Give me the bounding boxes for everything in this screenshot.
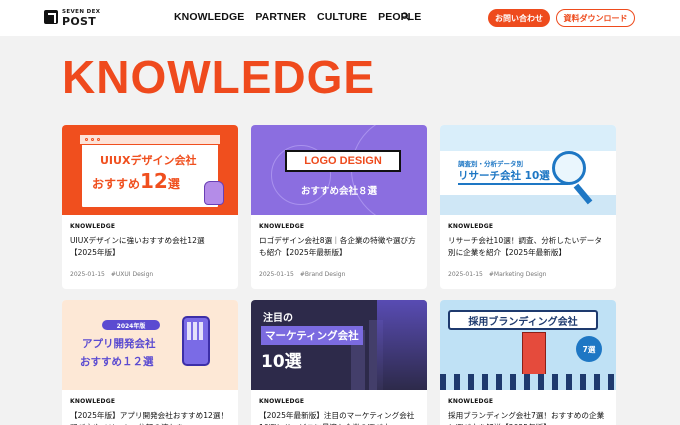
- site-header: SEVEN DEX POST KNOWLEDGE PARTNER CULTURE…: [0, 0, 680, 36]
- pointer-hand-icon: [204, 181, 224, 205]
- card-category: KNOWLEDGE: [70, 398, 116, 405]
- card-thumbnail: 調査別・分析データ別 リサーチ会社 10選: [440, 125, 616, 215]
- card-meta: 2025-01-15 #UXUI Design: [70, 271, 230, 278]
- thumb-accent: [377, 300, 427, 390]
- nav-partner[interactable]: PARTNER: [255, 11, 306, 23]
- main-nav: KNOWLEDGE PARTNER CULTURE PEOPLE: [174, 11, 421, 23]
- logo-text: POST: [62, 15, 97, 28]
- app-grid-icon: [187, 322, 205, 340]
- nav-people[interactable]: PEOPLE: [378, 11, 421, 23]
- article-card-app[interactable]: 2024年版 アプリ開発会社 おすすめ１２選 KNOWLEDGE 【2025年版…: [62, 300, 238, 425]
- thumb-line2-post: 選: [167, 177, 180, 191]
- thumb-line2: おすすめ会社８選: [300, 186, 377, 197]
- article-card-branding[interactable]: 採用ブランディング会社 7選 KNOWLEDGE 採用ブランディング会社7選！お…: [440, 300, 616, 425]
- thumb-line1: 採用ブランディング会社: [448, 310, 598, 330]
- card-category: KNOWLEDGE: [448, 398, 494, 405]
- thumb-line1: アプリ開発会社: [82, 338, 156, 350]
- thumb-line2: 10選: [261, 352, 302, 372]
- thumb-pill: 2024年版: [102, 320, 160, 330]
- card-title[interactable]: 【2025年最新版】注目のマーケティング会社10選！サービスに最適な企業の選び方: [259, 410, 419, 425]
- thumb-line1: 調査別・分析データ別: [458, 160, 523, 168]
- card-category: KNOWLEDGE: [259, 223, 305, 230]
- thumb-line1: UIUXデザイン会社: [100, 154, 197, 167]
- thumb-strip: [440, 125, 616, 151]
- card-title[interactable]: 採用ブランディング会社7選！おすすめの企業と選び方を解説【2025年版】: [448, 410, 608, 425]
- thumb-underline: [458, 183, 568, 185]
- nav-knowledge[interactable]: KNOWLEDGE: [174, 11, 244, 23]
- contact-button[interactable]: お問い合わせ: [488, 9, 550, 27]
- magnifier-icon: [552, 151, 586, 185]
- window-dots-icon: [85, 138, 100, 141]
- card-meta: 2025-01-15 #Marketing Design: [448, 271, 608, 278]
- card-title[interactable]: リサーチ会社10選！調査、分析したいデータ別に企業を紹介【2025年最新版】: [448, 235, 608, 267]
- card-date: 2025-01-15: [448, 271, 483, 278]
- card-tag[interactable]: #Brand Design: [300, 271, 346, 278]
- nav-culture[interactable]: CULTURE: [317, 11, 367, 23]
- card-thumbnail: 注目の マーケティング会社 10選: [251, 300, 427, 390]
- card-meta: 2025-01-15 #Brand Design: [259, 271, 419, 278]
- search-icon[interactable]: [401, 12, 410, 21]
- thumb-line1: マーケティング会社: [261, 326, 363, 345]
- thumb-line1: LOGO DESIGN: [285, 150, 401, 172]
- card-title[interactable]: ロゴデザイン会社8選｜各企業の特徴や選び方も紹介【2025年最新版】: [259, 235, 419, 267]
- card-thumbnail: LOGO DESIGN おすすめ会社８選: [251, 125, 427, 215]
- download-button[interactable]: 資料ダウンロード: [556, 9, 635, 27]
- thumb-line2: リサーチ会社 10選: [458, 170, 550, 182]
- thumb-badge: 7選: [576, 336, 602, 362]
- card-title[interactable]: UIUXデザインに強いおすすめ会社12選【2025年版】: [70, 235, 230, 267]
- people-crowd-icon: [440, 374, 616, 390]
- card-tag[interactable]: #UXUI Design: [111, 271, 153, 278]
- article-card-uiux[interactable]: UIUXデザイン会社 おすすめ12選 KNOWLEDGE UIUXデザインに強い…: [62, 125, 238, 289]
- page-title: KNOWLEDGE: [62, 51, 376, 103]
- article-card-research[interactable]: 調査別・分析データ別 リサーチ会社 10選 KNOWLEDGE リサーチ会社10…: [440, 125, 616, 289]
- card-title[interactable]: 【2025年版】アプリ開発会社おすすめ12選！選び方やメリット、依頼の流れを: [70, 410, 230, 425]
- thumb-window-bar: [80, 135, 220, 145]
- card-date: 2025-01-15: [70, 271, 105, 278]
- thumb-line2: おすすめ12選: [92, 169, 180, 193]
- card-thumbnail: 採用ブランディング会社 7選: [440, 300, 616, 390]
- card-date: 2025-01-15: [259, 271, 294, 278]
- thumb-line0: 注目の: [263, 313, 293, 324]
- card-category: KNOWLEDGE: [70, 223, 116, 230]
- card-tag[interactable]: #Marketing Design: [489, 271, 547, 278]
- card-thumbnail: UIUXデザイン会社 おすすめ12選: [62, 125, 238, 215]
- thumb-line2-num: 12: [140, 169, 168, 193]
- thumb-line2-pre: おすすめ: [92, 177, 141, 191]
- card-category: KNOWLEDGE: [259, 398, 305, 405]
- site-logo[interactable]: SEVEN DEX POST: [44, 9, 104, 28]
- card-category: KNOWLEDGE: [448, 223, 494, 230]
- card-thumbnail: 2024年版 アプリ開発会社 おすすめ１２選: [62, 300, 238, 390]
- article-card-marketing[interactable]: 注目の マーケティング会社 10選 KNOWLEDGE 【2025年最新版】注目…: [251, 300, 427, 425]
- logo-icon: [44, 10, 58, 24]
- thumb-line2: おすすめ１２選: [80, 356, 154, 368]
- article-card-logo[interactable]: LOGO DESIGN おすすめ会社８選 KNOWLEDGE ロゴデザイン会社8…: [251, 125, 427, 289]
